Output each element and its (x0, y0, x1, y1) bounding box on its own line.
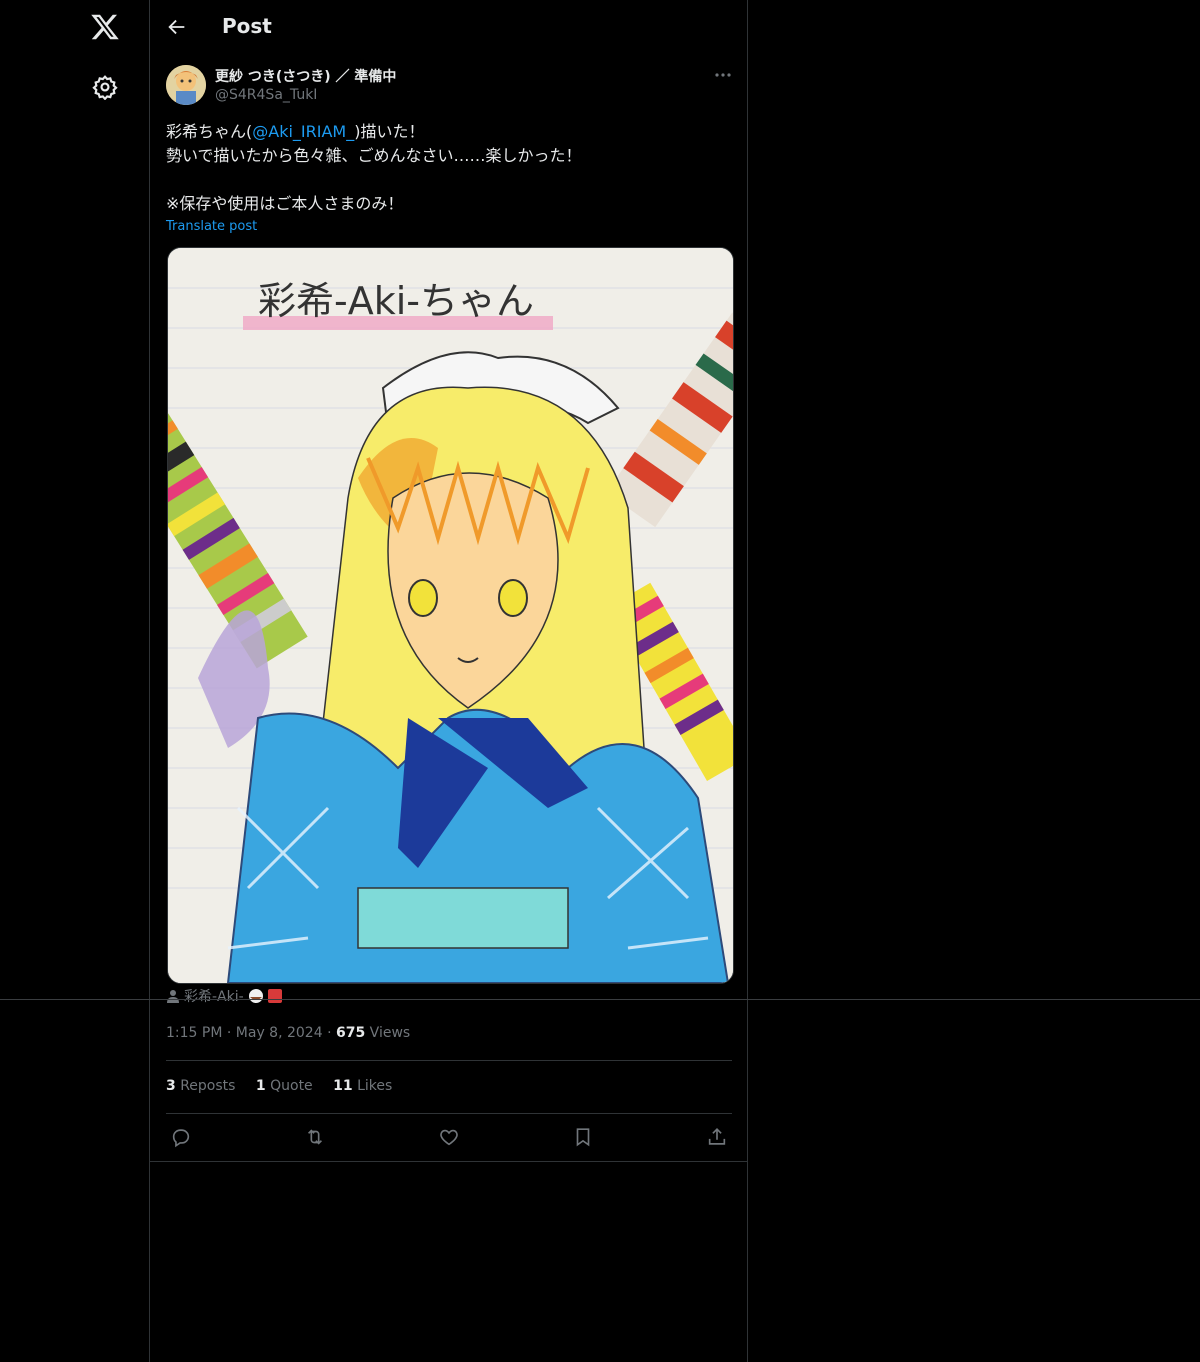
reposts-count: 3 (166, 1078, 176, 1094)
divider (166, 1113, 732, 1114)
post-column: Post 更紗 つき(さつき) ／ 準備中 @S4R4Sa_TukI 彩希ちゃん… (149, 0, 748, 1362)
divider (150, 1161, 747, 1162)
gear-icon[interactable] (92, 74, 118, 100)
meta-dot: · (327, 1025, 336, 1041)
post-date[interactable]: May 8, 2024 (236, 1025, 323, 1041)
x-logo-icon[interactable] (90, 12, 120, 42)
views-label: Views (369, 1025, 411, 1041)
action-bar (166, 1123, 732, 1151)
post-stats: 3 Reposts 1 Quote 11 Likes (166, 1078, 408, 1094)
post-text: 彩希ちゃん(@Aki_IRIAM_)描いた！ 勢いで描いたから色々雑、ごめんなさ… (166, 120, 736, 216)
mention-link[interactable]: @Aki_IRIAM_ (252, 122, 354, 141)
reply-icon[interactable] (170, 1126, 192, 1148)
post-meta: 1:15 PM · May 8, 2024 · 675 Views (166, 1025, 410, 1041)
translate-post-link[interactable]: Translate post (166, 219, 257, 234)
tagged-users[interactable]: 彩希-Aki- (166, 986, 284, 1006)
arrow-left-icon[interactable] (166, 16, 188, 38)
meta-dot: · (226, 1025, 236, 1041)
author-name[interactable]: 更紗 つき(さつき) ／ 準備中 (215, 66, 396, 86)
quotes-stat[interactable]: 1 Quote (256, 1078, 313, 1094)
post-time[interactable]: 1:15 PM (166, 1025, 222, 1041)
views-count: 675 (335, 1025, 366, 1041)
divider (166, 1060, 732, 1061)
likes-count: 11 (333, 1078, 353, 1094)
page-title: Post (222, 14, 272, 38)
author-handle[interactable]: @S4R4Sa_TukI (215, 87, 317, 103)
repost-icon[interactable] (304, 1126, 326, 1148)
handwritten-title: 彩希-Aki-ちゃん (258, 279, 534, 323)
likes-stat[interactable]: 11 Likes (333, 1078, 392, 1094)
reposts-label: Reposts (180, 1078, 236, 1094)
more-options-icon[interactable] (712, 66, 734, 84)
share-icon[interactable] (706, 1126, 728, 1148)
emoji-icons (248, 989, 282, 1003)
overlay-guide-line (0, 999, 1200, 1000)
post-text-part1: 彩希ちゃん( (166, 122, 253, 141)
bookmark-icon[interactable] (572, 1126, 594, 1148)
like-icon[interactable] (438, 1126, 460, 1148)
tagged-user-name: 彩希-Aki- (184, 989, 244, 1005)
avatar[interactable] (166, 65, 206, 105)
reposts-stat[interactable]: 3 Reposts (166, 1078, 235, 1094)
page-header: Post (150, 0, 747, 53)
post-image[interactable]: 彩希-Aki-ちゃん (167, 247, 734, 984)
quotes-label: Quote (270, 1078, 313, 1094)
likes-label: Likes (357, 1078, 393, 1094)
person-icon (167, 990, 179, 1003)
quotes-count: 1 (255, 1078, 266, 1094)
left-nav (0, 0, 149, 1362)
